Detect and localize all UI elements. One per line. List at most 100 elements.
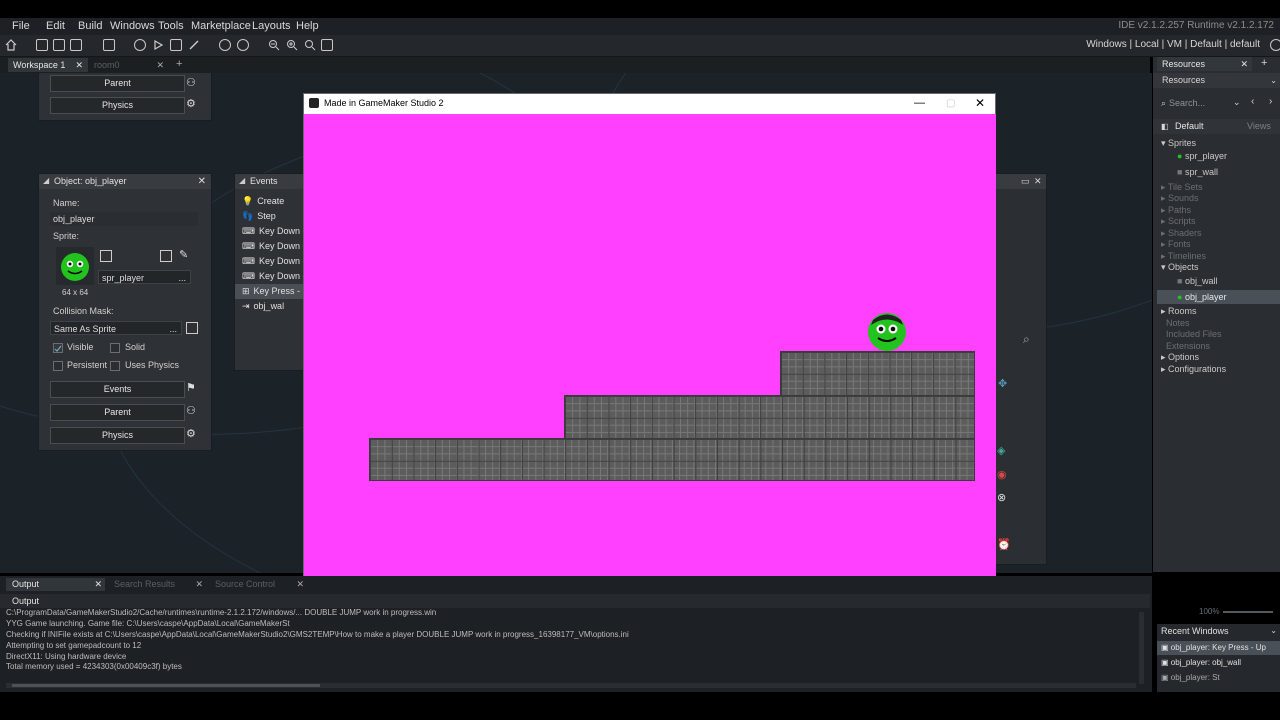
collapse-icon[interactable]: ◢ (43, 176, 49, 185)
tab-source-control[interactable]: Source Control ✕ (209, 578, 307, 591)
tree-paths[interactable]: ▸ Paths (1161, 205, 1191, 216)
tree-shaders[interactable]: ▸ Shaders (1161, 228, 1202, 239)
tree-extensions[interactable]: Extensions (1161, 341, 1210, 351)
tab-room0[interactable]: room0 ✕ (89, 58, 169, 72)
menu-windows[interactable]: Windows (110, 20, 155, 32)
close-icon[interactable]: ✕ (198, 176, 206, 187)
move-icon[interactable]: ✥ (998, 377, 1007, 390)
tree-scripts[interactable]: ▸ Scripts (1161, 216, 1196, 227)
add-tab-icon[interactable]: + (1261, 57, 1267, 69)
debug-icon[interactable] (134, 39, 146, 51)
open-project-icon[interactable] (53, 39, 65, 51)
event-key-press[interactable]: ⊞ Key Press - (235, 284, 310, 299)
fit-icon[interactable] (321, 39, 333, 51)
recent-item[interactable]: ▣ obj_player: Key Press - Up (1161, 643, 1266, 652)
tree-spr-player[interactable]: ● spr_player (1177, 151, 1227, 161)
help-icon[interactable] (237, 39, 249, 51)
close-icon[interactable]: ✕ (1240, 57, 1248, 71)
output-vscroll[interactable] (1139, 612, 1144, 684)
tree-sprites[interactable]: ▾ Sprites (1161, 138, 1196, 149)
new-project-icon[interactable] (36, 39, 48, 51)
tab-workspace-1[interactable]: Workspace 1 ✕ (8, 58, 88, 72)
menu-build[interactable]: Build (78, 20, 102, 32)
close-icon[interactable]: ✕ (75, 58, 83, 72)
close-icon[interactable]: ✕ (296, 578, 304, 591)
chevron-down-icon[interactable]: ⌄ (1233, 97, 1241, 108)
tree-rooms[interactable]: ▸ Rooms (1161, 306, 1197, 317)
home-icon[interactable] (5, 39, 17, 51)
back-icon[interactable]: ‹ (1251, 96, 1254, 107)
maximize-icon[interactable]: ▢ (946, 94, 955, 113)
tree-fonts[interactable]: ▸ Fonts (1161, 239, 1191, 250)
package-icon[interactable] (103, 39, 115, 51)
collapse-icon[interactable]: ◢ (239, 176, 245, 185)
sprite-preview[interactable] (56, 247, 94, 285)
tree-sounds[interactable]: ▸ Sounds (1161, 193, 1199, 204)
visible-checkbox[interactable] (53, 343, 63, 353)
menu-tools[interactable]: Tools (158, 20, 184, 32)
views-button[interactable]: Views (1247, 119, 1271, 134)
run-icon[interactable] (152, 39, 164, 51)
persistent-checkbox[interactable] (53, 361, 63, 371)
tab-resources[interactable]: Resources ✕ (1157, 57, 1252, 71)
tree-configurations[interactable]: ▸ Configurations (1161, 364, 1226, 375)
parent-button[interactable]: Parent (50, 75, 185, 92)
name-input[interactable]: obj_player (50, 212, 198, 226)
close-icon[interactable]: ✕ (94, 578, 102, 591)
menu-file[interactable]: File (12, 20, 30, 32)
forward-icon[interactable]: › (1269, 96, 1272, 107)
action-icon[interactable]: ◈ (997, 444, 1005, 457)
output-hscroll[interactable] (6, 683, 1136, 688)
resource-group-default[interactable]: ◧ Default Views (1153, 119, 1280, 134)
maximize-icon[interactable]: ▭ (1021, 176, 1030, 187)
close-icon[interactable]: ✕ (195, 578, 203, 591)
recent-item[interactable]: ▣ obj_player: St (1161, 673, 1220, 682)
recent-item[interactable]: ▣ obj_player: obj_wall (1161, 658, 1241, 667)
event-create[interactable]: 💡 Create (242, 194, 284, 209)
target-settings-icon[interactable] (1270, 39, 1280, 51)
game-window-titlebar[interactable]: Made in GameMaker Studio 2 — ▢ ✕ (304, 94, 995, 113)
event-key-down[interactable]: ⌨ Key Down - (242, 269, 306, 284)
menu-layouts[interactable]: Layouts (252, 20, 291, 32)
event-collision[interactable]: ⇥ obj_wal (242, 299, 284, 314)
settings-icon[interactable] (219, 39, 231, 51)
events-button[interactable]: Events (50, 381, 185, 398)
search-icon[interactable]: ⌕ (1023, 332, 1030, 347)
action-icon[interactable]: ⊗ (997, 491, 1006, 504)
uses-physics-checkbox[interactable] (110, 361, 120, 371)
tree-timelines[interactable]: ▸ Timelines (1161, 251, 1206, 262)
target-selector[interactable]: Windows | Local | VM | Default | default (1086, 39, 1260, 50)
chevron-down-icon[interactable]: ⌄ (1270, 73, 1277, 88)
event-key-down[interactable]: ⌨ Key Down - (242, 224, 306, 239)
collision-more-button[interactable]: ... (169, 322, 177, 336)
sprite-field[interactable]: spr_player ... (98, 270, 191, 284)
zoom-reset-icon[interactable] (304, 39, 316, 51)
tree-included-files[interactable]: Included Files (1161, 329, 1222, 339)
menu-help[interactable]: Help (296, 20, 319, 32)
scrollbar-thumb[interactable] (12, 684, 320, 687)
alarm-icon[interactable]: ⏰ (997, 538, 1011, 551)
event-key-down[interactable]: ⌨ Key Down - (242, 254, 306, 269)
close-icon[interactable]: ✕ (975, 94, 985, 113)
tree-objects[interactable]: ▾ Objects (1161, 262, 1199, 273)
close-icon[interactable]: ✕ (1034, 176, 1042, 187)
parent-button[interactable]: Parent (50, 404, 185, 421)
tree-obj-wall[interactable]: ■ obj_wall (1177, 276, 1217, 286)
close-icon[interactable]: ✕ (156, 58, 164, 72)
brush-icon[interactable]: ✎ (179, 248, 188, 261)
zoom-slider[interactable] (1223, 611, 1273, 613)
tree-obj-player[interactable]: ● obj_player (1177, 292, 1226, 302)
action-icon[interactable]: ◉ (997, 468, 1007, 481)
physics-button[interactable]: Physics (50, 427, 185, 444)
collision-mask-field[interactable]: Same As Sprite ... (50, 321, 182, 335)
tree-tile-sets[interactable]: ▸ Tile Sets (1161, 182, 1203, 193)
stop-icon[interactable] (170, 39, 182, 51)
physics-button[interactable]: Physics (50, 97, 185, 114)
solid-checkbox[interactable] (110, 343, 120, 353)
game-canvas[interactable] (304, 114, 996, 633)
tree-options[interactable]: ▸ Options (1161, 352, 1199, 363)
search-input[interactable]: ⌕ Search... (1161, 96, 1241, 111)
sprite-more-button[interactable]: ... (178, 271, 186, 285)
event-step[interactable]: 👣 Step (242, 209, 276, 224)
edit-mask-icon[interactable] (186, 322, 198, 334)
